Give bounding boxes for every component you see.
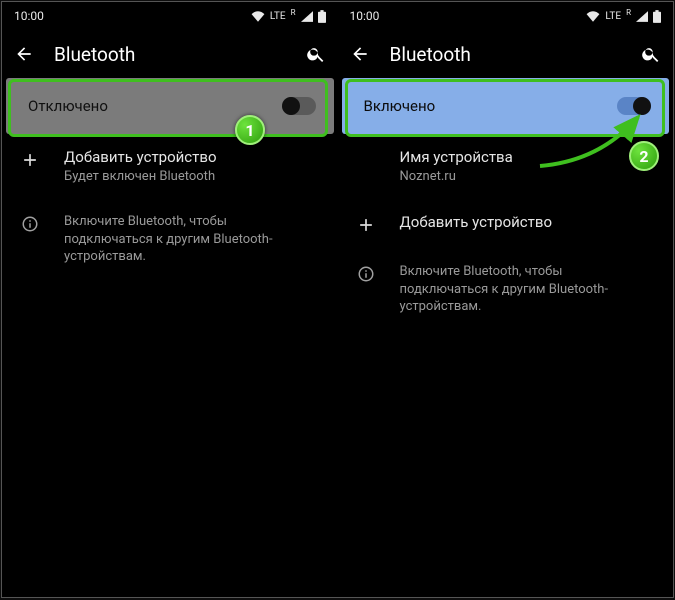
toggle-switch[interactable] (282, 97, 316, 115)
plus-icon (16, 148, 44, 170)
signal-icon (636, 11, 648, 22)
plus-icon (352, 213, 380, 235)
add-device-title: Добавить устройство (64, 148, 217, 166)
add-device-title: Добавить устройство (400, 213, 553, 231)
arrow-back-icon (350, 44, 370, 64)
add-device-sub: Будет включен Bluetooth (64, 169, 217, 185)
switch-thumb (633, 97, 651, 115)
bluetooth-toggle-row[interactable]: Отключено (6, 78, 334, 134)
app-header: Bluetooth (338, 30, 674, 78)
add-device-item[interactable]: Добавить устройство (338, 199, 674, 249)
switch-thumb (282, 97, 300, 115)
net-label: LTE (270, 11, 286, 22)
info-item: Включите Bluetooth, чтобы подключаться к… (2, 199, 338, 280)
net-label: LTE (605, 11, 621, 22)
toggle-switch[interactable] (617, 97, 651, 115)
toggle-label: Включено (364, 97, 436, 115)
status-icons: LTE R (251, 10, 326, 23)
clock: 10:00 (14, 9, 44, 23)
info-text: Включите Bluetooth, чтобы подключаться к… (64, 213, 314, 266)
phone-right: 10:00 LTE R Bluetooth Включено (338, 2, 674, 597)
info-item: Включите Bluetooth, чтобы подключаться к… (338, 249, 674, 330)
spacer-icon (352, 148, 380, 150)
toggle-label: Отключено (28, 97, 108, 115)
bluetooth-toggle-row[interactable]: Включено (342, 78, 670, 134)
back-button[interactable] (348, 44, 372, 64)
status-icons: LTE R (586, 10, 661, 23)
app-header: Bluetooth (2, 30, 338, 78)
page-title: Bluetooth (390, 43, 622, 66)
info-icon (16, 213, 44, 233)
battery-icon (318, 10, 326, 23)
device-name-sub: Noznet.ru (400, 169, 513, 185)
search-icon (306, 44, 326, 64)
roam-label: R (626, 8, 631, 17)
signal-icon (301, 11, 313, 22)
search-button[interactable] (639, 44, 663, 64)
roam-label: R (291, 8, 296, 17)
wifi-icon (251, 11, 265, 22)
device-name-title: Имя устройства (400, 148, 513, 166)
add-device-item[interactable]: Добавить устройство Будет включен Blueto… (2, 134, 338, 199)
info-text: Включите Bluetooth, чтобы подключаться к… (400, 263, 650, 316)
back-button[interactable] (12, 44, 36, 64)
step-badge-1: 1 (235, 115, 265, 145)
phone-left: 10:00 LTE R Bluetooth Отключено (2, 2, 338, 597)
info-icon (352, 263, 380, 283)
arrow-back-icon (14, 44, 34, 64)
step-badge-2: 2 (629, 141, 659, 171)
search-button[interactable] (304, 44, 328, 64)
device-name-item[interactable]: Имя устройства Noznet.ru (338, 134, 674, 199)
wifi-icon (586, 11, 600, 22)
page-title: Bluetooth (54, 43, 286, 66)
clock: 10:00 (350, 9, 380, 23)
battery-icon (653, 10, 661, 23)
status-bar: 10:00 LTE R (2, 2, 338, 30)
search-icon (641, 44, 661, 64)
status-bar: 10:00 LTE R (338, 2, 674, 30)
